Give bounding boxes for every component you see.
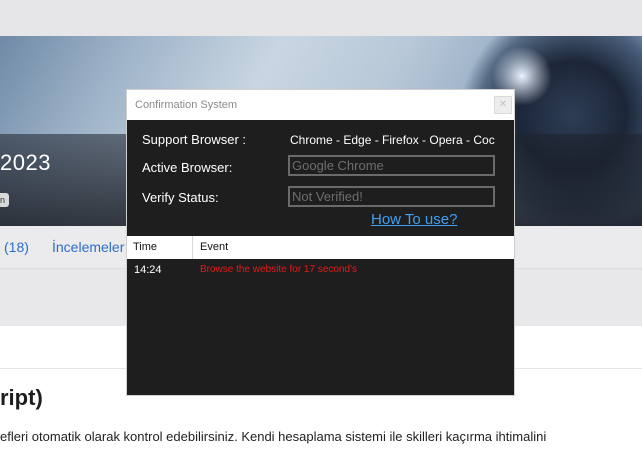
tab-reviews-count[interactable]: (18) [4, 239, 29, 255]
browser-top-bar [0, 0, 642, 36]
dialog-title: Confirmation System [135, 99, 238, 111]
dialog-titlebar[interactable]: Confirmation System ✕ [127, 90, 514, 120]
content-paragraph: efleri otomatik olarak kontrol edebilirs… [0, 429, 547, 444]
close-icon: ✕ [498, 99, 508, 110]
support-browser-label: Support Browser : [142, 132, 247, 147]
active-browser-field[interactable] [288, 155, 495, 176]
confirmation-dialog: Confirmation System ✕ Support Browser : … [127, 90, 514, 395]
column-header-time[interactable]: Time [127, 236, 193, 259]
page-title: 2023 [0, 150, 51, 175]
log-event-cell: Browse the website for 17 second's [200, 264, 357, 275]
close-button[interactable]: ✕ [494, 96, 512, 114]
page-badge: n [0, 193, 10, 207]
column-header-event[interactable]: Event [193, 236, 228, 259]
log-table-header: Time Event [127, 236, 514, 259]
tab-reviews[interactable]: İncelemeler [52, 239, 124, 255]
log-table-body: 14:24 Browse the website for 17 second's [127, 259, 514, 395]
verify-status-label: Verify Status: [142, 190, 219, 205]
content-heading: ript) [0, 385, 43, 410]
active-browser-label: Active Browser: [142, 160, 233, 175]
support-browser-value: Chrome - Edge - Firefox - Opera - Coc [290, 133, 495, 147]
verify-status-field[interactable] [288, 186, 495, 207]
log-time-cell: 14:24 [134, 264, 162, 276]
how-to-use-link[interactable]: How To use? [371, 211, 457, 228]
